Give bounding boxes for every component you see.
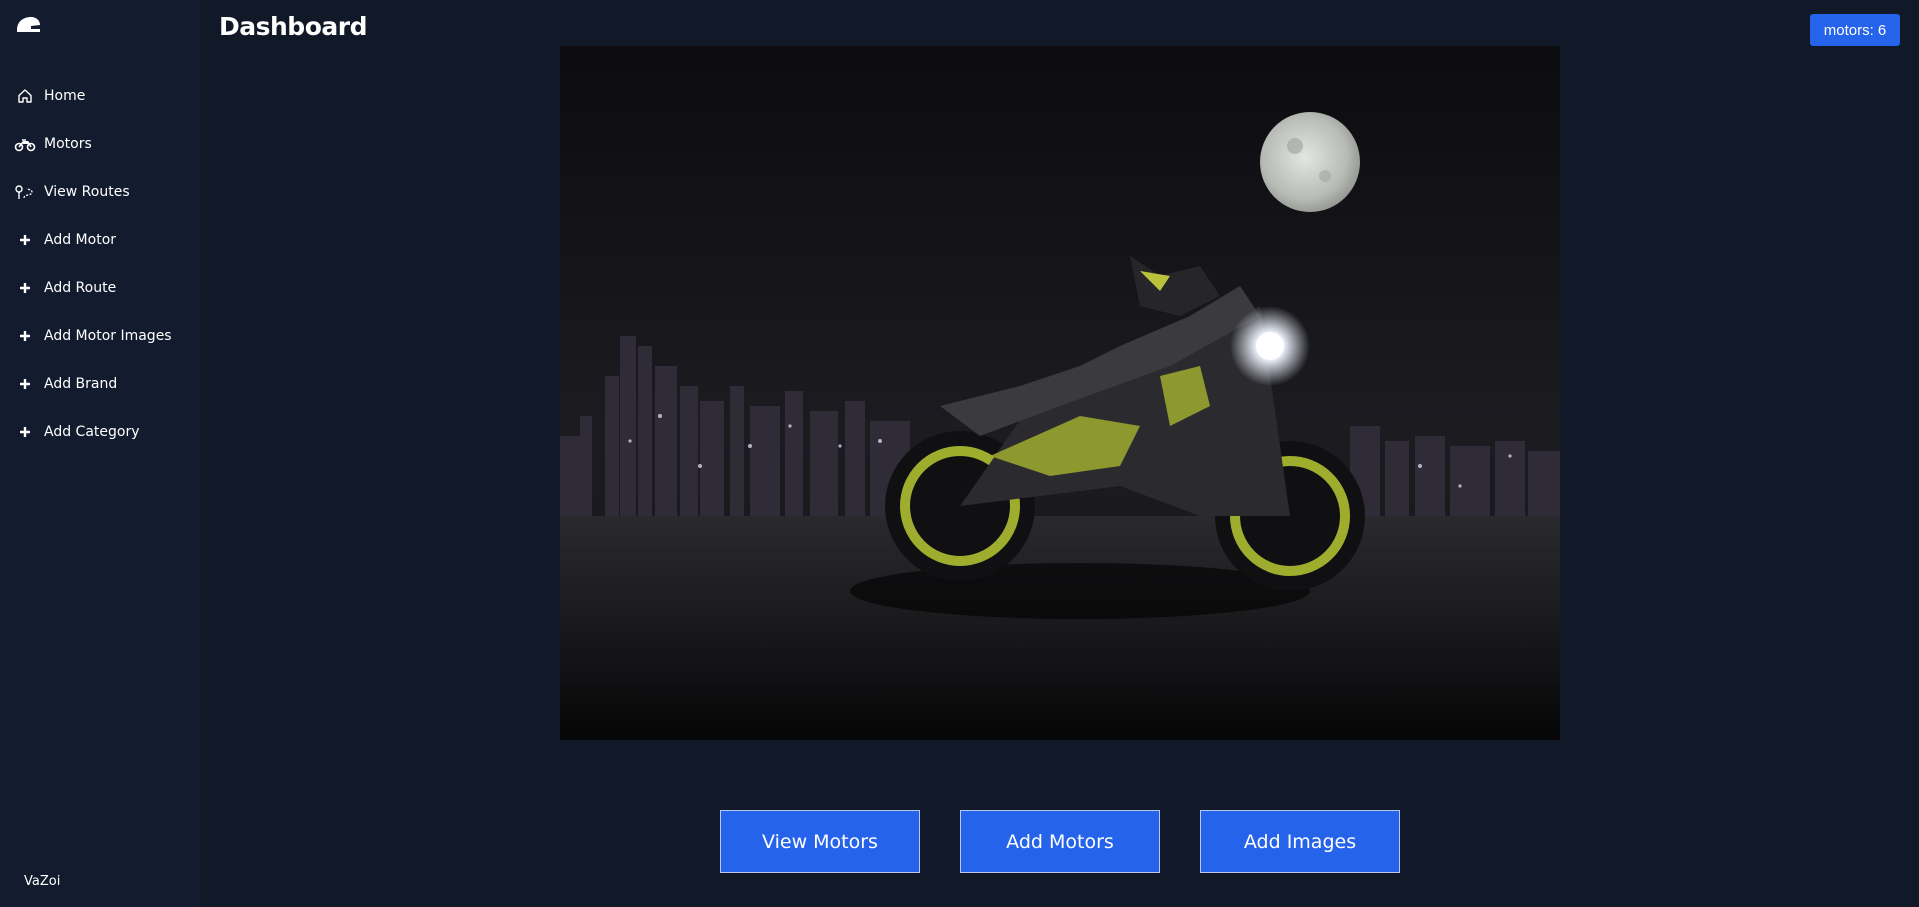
sidebar-item-view-routes[interactable]: View Routes — [14, 179, 194, 205]
sidebar-item-add-brand[interactable]: Add Brand — [14, 371, 194, 397]
add-motors-button[interactable]: Add Motors — [960, 810, 1160, 873]
sidebar-item-label: Add Motor — [44, 232, 117, 248]
sidebar-item-label: Add Brand — [44, 376, 118, 392]
add-images-button[interactable]: Add Images — [1200, 810, 1400, 873]
helmet-icon[interactable] — [14, 14, 42, 36]
sidebar-item-home[interactable]: Home — [14, 83, 194, 109]
route-icon — [14, 183, 36, 201]
sidebar: Home Motors View Routes Add Motor Add Ro… — [0, 0, 200, 907]
motorcycle-icon — [14, 135, 36, 153]
sidebar-item-add-motor-images[interactable]: Add Motor Images — [14, 323, 194, 349]
sidebar-item-label: View Routes — [44, 184, 130, 200]
sidebar-item-label: Add Route — [44, 280, 117, 296]
sidebar-item-add-category[interactable]: Add Category — [14, 419, 194, 445]
sidebar-footer-brand: VaZoi — [24, 874, 61, 889]
sidebar-item-label: Add Category — [44, 424, 140, 440]
plus-icon — [14, 327, 36, 345]
hero-image — [560, 46, 1560, 740]
plus-icon — [14, 231, 36, 249]
page-title: Dashboard — [219, 12, 367, 41]
sidebar-item-motors[interactable]: Motors — [14, 131, 194, 157]
plus-icon — [14, 375, 36, 393]
plus-icon — [14, 423, 36, 441]
sidebar-item-label: Home — [44, 88, 86, 104]
motor-count-badge[interactable]: motors: 6 — [1810, 14, 1900, 46]
sidebar-item-label: Motors — [44, 136, 92, 152]
plus-icon — [14, 279, 36, 297]
sidebar-item-add-route[interactable]: Add Route — [14, 275, 194, 301]
sidebar-item-label: Add Motor Images — [44, 328, 172, 344]
sidebar-item-add-motor[interactable]: Add Motor — [14, 227, 194, 253]
home-icon — [14, 87, 36, 105]
view-motors-button[interactable]: View Motors — [720, 810, 920, 873]
